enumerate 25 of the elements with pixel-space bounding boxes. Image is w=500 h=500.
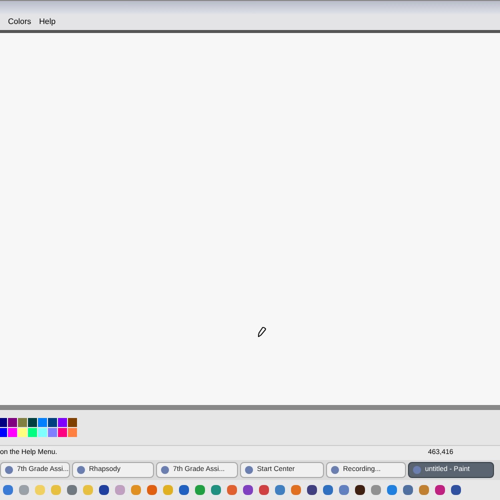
color-swatch[interactable] — [18, 418, 27, 427]
app-icon — [161, 466, 169, 474]
color-swatch[interactable] — [58, 428, 67, 437]
color-swatch[interactable] — [28, 418, 37, 427]
color-swatch[interactable] — [48, 428, 57, 437]
color-swatch[interactable] — [18, 428, 27, 437]
color-swatch[interactable] — [0, 418, 7, 427]
menu-item[interactable]: Help — [39, 16, 56, 28]
color-swatch[interactable] — [38, 428, 47, 437]
color-swatch[interactable] — [8, 428, 17, 437]
color-swatch[interactable] — [8, 418, 17, 427]
app-icon — [245, 466, 253, 474]
color-swatch[interactable] — [28, 428, 37, 437]
color-swatch[interactable] — [68, 418, 77, 427]
app-icon — [413, 466, 421, 474]
color-swatch[interactable] — [0, 428, 7, 437]
color-swatch[interactable] — [38, 418, 47, 427]
pencil-cursor-icon — [258, 327, 266, 337]
color-swatch[interactable] — [48, 418, 57, 427]
app-icon — [77, 466, 85, 474]
color-swatch[interactable] — [68, 428, 77, 437]
app-icon — [331, 466, 339, 474]
color-swatch[interactable] — [58, 418, 67, 427]
menu-item[interactable]: Colors — [8, 16, 32, 28]
app-icon — [5, 466, 13, 474]
